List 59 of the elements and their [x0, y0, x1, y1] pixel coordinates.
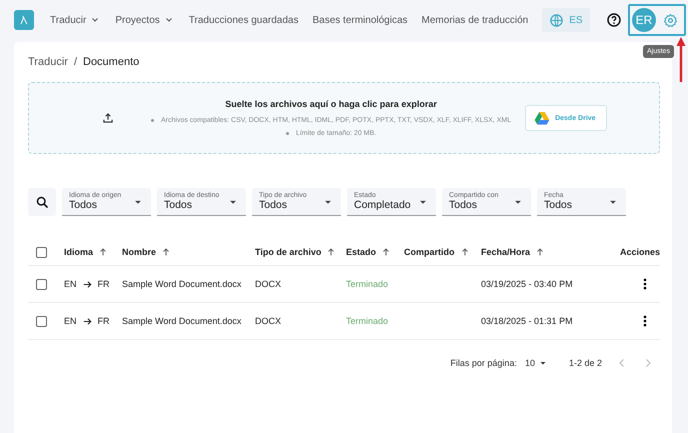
page-range: 1-2 de 2 — [568, 358, 602, 368]
rows-per-page-label: Filas por página: — [450, 358, 517, 368]
column-header[interactable]: Fecha/Hora — [481, 247, 546, 257]
filter-value: Completado — [354, 199, 411, 211]
column-header[interactable]: Estado — [346, 247, 392, 257]
checkbox[interactable] — [36, 278, 47, 290]
sort-arrow-icon — [381, 247, 392, 257]
filter-value: Todos — [449, 199, 478, 211]
filter-value: Todos — [544, 199, 572, 211]
file-name: Sample Word Document.docx — [122, 316, 242, 326]
column-header[interactable]: Nombre — [122, 247, 172, 257]
filter-value: Todos — [69, 199, 98, 211]
file-name: Sample Word Document.docx — [122, 279, 242, 289]
status-text: Terminado — [346, 316, 388, 326]
upload-icon — [101, 111, 115, 125]
breadcrumb-current: Documento — [83, 56, 140, 68]
drop-zone-title: Suelte los archivos aquí o haga clic para explorar — [225, 99, 437, 109]
nav-menu-item[interactable]: Traducir — [50, 14, 102, 26]
file-type: DOCX — [255, 279, 282, 289]
arrow-right-icon — [82, 316, 93, 326]
checkbox[interactable] — [36, 316, 47, 326]
filter-value: Todos — [259, 199, 288, 211]
nav-menu-item[interactable]: Memorias de traducción — [422, 14, 528, 26]
status-text: Terminado — [346, 279, 388, 289]
date-time: 03/18/2025 - 01:31 PM — [481, 316, 573, 326]
nav-menu-item[interactable]: Bases terminológicas — [312, 14, 408, 26]
breadcrumb-separator: / — [74, 56, 77, 68]
breadcrumb-link[interactable]: Traducir — [28, 56, 68, 68]
target-language: FR — [98, 279, 110, 289]
globe-icon — [549, 12, 564, 28]
nav-menu-item[interactable]: Traducciones guardadas — [188, 14, 298, 26]
bullet-icon — [286, 132, 289, 135]
bullet-icon — [151, 119, 154, 122]
column-header[interactable]: Idioma — [64, 247, 108, 257]
sort-arrow-icon — [535, 247, 546, 257]
sort-arrow-icon — [460, 247, 470, 257]
search-icon — [34, 194, 50, 210]
filter-value: Todos — [164, 199, 194, 211]
help-icon — [606, 12, 622, 28]
column-header[interactable]: Tipo de archivo — [255, 247, 336, 257]
search-button[interactable] — [28, 188, 56, 216]
sort-arrow-icon — [326, 247, 336, 257]
source-language: EN — [64, 316, 77, 326]
sort-arrow-icon — [161, 247, 172, 257]
target-language: FR — [98, 316, 110, 326]
file-type: DOCX — [255, 316, 282, 326]
logo-icon[interactable] — [14, 10, 34, 30]
nav-menu-item[interactable]: Proyectos — [115, 14, 175, 26]
date-time: 03/19/2025 - 03:40 PM — [481, 279, 573, 289]
checkbox[interactable] — [36, 246, 47, 258]
settings-icon — [662, 12, 678, 28]
rows-per-page-select[interactable]: 10 — [524, 357, 549, 369]
column-header[interactable]: Compartido — [404, 247, 470, 257]
column-header: Acciones — [620, 247, 660, 257]
source-language: EN — [64, 279, 77, 289]
drive-icon — [534, 110, 550, 126]
sort-arrow-icon — [98, 247, 108, 257]
arrow-right-icon — [82, 278, 93, 290]
arrow-annotation — [676, 36, 686, 82]
